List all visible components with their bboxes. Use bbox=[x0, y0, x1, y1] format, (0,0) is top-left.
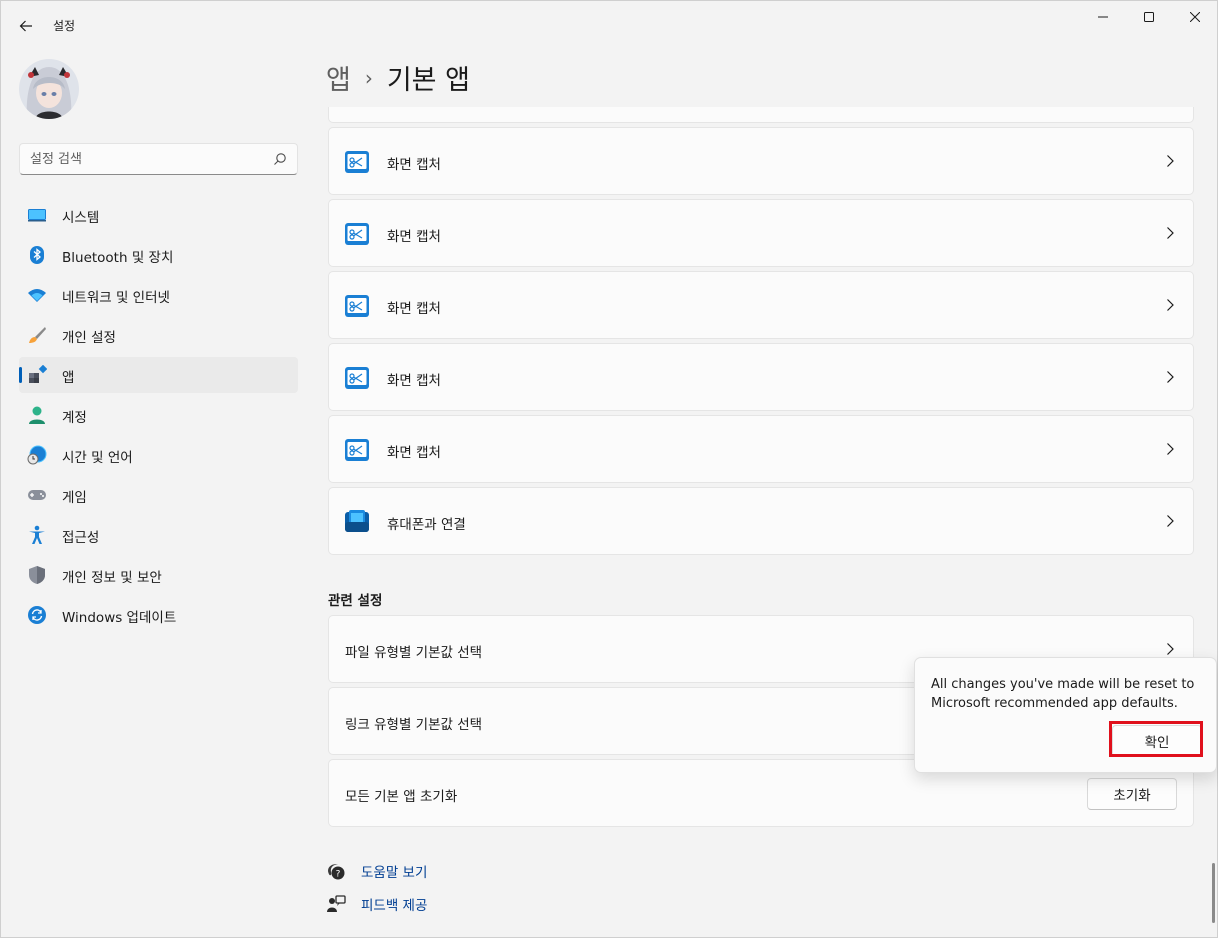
app-card[interactable]: 화면 캡처 bbox=[328, 127, 1194, 195]
sidebar-item-time-language[interactable]: 시간 및 언어 bbox=[19, 437, 298, 473]
snipping-tool-icon bbox=[345, 367, 369, 389]
sidebar-item-apps[interactable]: 앱 bbox=[19, 357, 298, 393]
settings-window: 설정 시 bbox=[0, 0, 1218, 938]
app-label: 화면 캡처 bbox=[387, 157, 441, 173]
search-input[interactable] bbox=[20, 144, 260, 174]
get-help-link[interactable]: ? 도움말 보기 bbox=[326, 859, 427, 883]
sidebar-item-system[interactable]: 시스템 bbox=[19, 197, 298, 233]
help-label: 도움말 보기 bbox=[361, 865, 428, 881]
sidebar-item-bluetooth[interactable]: Bluetooth 및 장치 bbox=[19, 237, 298, 273]
app-card[interactable]: 화면 캡처 bbox=[328, 271, 1194, 339]
system-icon bbox=[27, 205, 47, 225]
brush-icon bbox=[27, 325, 47, 345]
user-avatar-image bbox=[19, 59, 79, 119]
gamepad-icon bbox=[27, 485, 47, 505]
maximize-button[interactable] bbox=[1126, 1, 1172, 33]
sidebar-item-accessibility[interactable]: 접근성 bbox=[19, 517, 298, 553]
breadcrumb: 앱 › 기본 앱 bbox=[326, 57, 470, 97]
sidebar-item-label: 네트워크 및 인터넷 bbox=[62, 290, 170, 306]
scrollbar-thumb[interactable] bbox=[1212, 863, 1215, 923]
page-title: 기본 앱 bbox=[386, 64, 470, 96]
sidebar-item-privacy[interactable]: 개인 정보 및 보안 bbox=[19, 557, 298, 593]
feedback-icon bbox=[327, 895, 346, 912]
chevron-right-icon bbox=[1167, 371, 1174, 383]
phone-link-icon bbox=[345, 510, 369, 532]
related-label: 링크 유형별 기본값 선택 bbox=[345, 717, 483, 733]
help-icon: ? bbox=[328, 864, 345, 880]
sidebar-item-gaming[interactable]: 게임 bbox=[19, 477, 298, 513]
app-card[interactable]: 화면 캡처 bbox=[328, 343, 1194, 411]
avatar[interactable] bbox=[19, 59, 79, 119]
apps-icon bbox=[27, 365, 47, 385]
sidebar-item-accounts[interactable]: 계정 bbox=[19, 397, 298, 433]
app-label: 화면 캡처 bbox=[387, 373, 441, 389]
back-arrow-icon bbox=[19, 20, 32, 32]
close-button[interactable] bbox=[1172, 1, 1218, 33]
snipping-tool-icon bbox=[345, 439, 369, 461]
sidebar-item-label: 시스템 bbox=[62, 210, 100, 226]
window-title: 설정 bbox=[53, 19, 76, 33]
sidebar-item-label: 개인 정보 및 보안 bbox=[62, 570, 162, 586]
bluetooth-icon bbox=[27, 245, 47, 265]
sidebar-item-label: Bluetooth 및 장치 bbox=[62, 250, 174, 266]
sidebar-item-network[interactable]: 네트워크 및 인터넷 bbox=[19, 277, 298, 313]
flyout-message: All changes you've made will be reset to… bbox=[931, 677, 1195, 711]
update-icon bbox=[27, 605, 47, 625]
accessibility-icon bbox=[27, 525, 47, 545]
minimize-icon bbox=[1098, 16, 1108, 18]
chevron-right-icon bbox=[1167, 643, 1174, 655]
related-label: 파일 유형별 기본값 선택 bbox=[345, 645, 483, 661]
breadcrumb-separator: › bbox=[364, 66, 373, 90]
shield-icon bbox=[27, 565, 47, 585]
sidebar-item-windows-update[interactable]: Windows 업데이트 bbox=[19, 597, 298, 633]
sidebar-item-label: Windows 업데이트 bbox=[62, 610, 177, 626]
sidebar-item-personalization[interactable]: 개인 설정 bbox=[19, 317, 298, 353]
chevron-right-icon bbox=[1167, 155, 1174, 167]
wifi-icon bbox=[27, 285, 47, 305]
minimize-button[interactable] bbox=[1080, 1, 1126, 33]
search-icon[interactable] bbox=[273, 152, 287, 166]
chevron-right-icon bbox=[1167, 299, 1174, 311]
sidebar-item-label: 앱 bbox=[62, 370, 75, 386]
back-button[interactable] bbox=[11, 11, 41, 41]
snipping-tool-icon bbox=[345, 151, 369, 173]
sidebar-item-label: 계정 bbox=[62, 410, 87, 426]
sidebar-nav: 시스템 Bluetooth 및 장치 네트워크 및 인터넷 개인 설정 앱 계정… bbox=[19, 197, 298, 637]
breadcrumb-parent[interactable]: 앱 bbox=[326, 58, 351, 97]
app-label: 휴대폰과 연결 bbox=[387, 517, 466, 533]
sidebar-item-label: 게임 bbox=[62, 490, 87, 506]
feedback-label: 피드백 제공 bbox=[361, 898, 428, 914]
account-icon bbox=[27, 405, 47, 425]
snipping-tool-icon bbox=[345, 295, 369, 317]
reset-confirmation-flyout: All changes you've made will be reset to… bbox=[914, 657, 1217, 773]
related-label: 모든 기본 앱 초기화 bbox=[345, 789, 458, 805]
sidebar-item-label: 개인 설정 bbox=[62, 330, 116, 346]
related-settings-heading: 관련 설정 bbox=[328, 593, 383, 609]
give-feedback-link[interactable]: 피드백 제공 bbox=[326, 892, 427, 916]
title-bar: 설정 bbox=[1, 1, 1217, 49]
app-card-partial[interactable] bbox=[328, 107, 1194, 123]
close-icon bbox=[1190, 12, 1200, 22]
reset-button[interactable]: 초기화 bbox=[1087, 778, 1177, 810]
globe-clock-icon bbox=[27, 445, 47, 465]
maximize-icon bbox=[1144, 12, 1154, 22]
svg-text:?: ? bbox=[336, 870, 341, 880]
snipping-tool-icon bbox=[345, 223, 369, 245]
chevron-right-icon bbox=[1167, 515, 1174, 527]
sidebar-item-label: 접근성 bbox=[62, 530, 100, 546]
app-label: 화면 캡처 bbox=[387, 301, 441, 317]
sidebar-item-label: 시간 및 언어 bbox=[62, 450, 133, 466]
app-card[interactable]: 화면 캡처 bbox=[328, 199, 1194, 267]
app-label: 화면 캡처 bbox=[387, 445, 441, 461]
chevron-right-icon bbox=[1167, 227, 1174, 239]
chevron-right-icon bbox=[1167, 443, 1174, 455]
app-label: 화면 캡처 bbox=[387, 229, 441, 245]
confirm-button[interactable]: 확인 bbox=[1112, 725, 1202, 757]
content-area: 화면 캡처 화면 캡처 화면 캡처 화면 캡처 화면 캡처 휴대폰과 연결 관련… bbox=[328, 107, 1194, 938]
app-card[interactable]: 휴대폰과 연결 bbox=[328, 487, 1194, 555]
app-card[interactable]: 화면 캡처 bbox=[328, 415, 1194, 483]
search-box bbox=[19, 143, 298, 175]
